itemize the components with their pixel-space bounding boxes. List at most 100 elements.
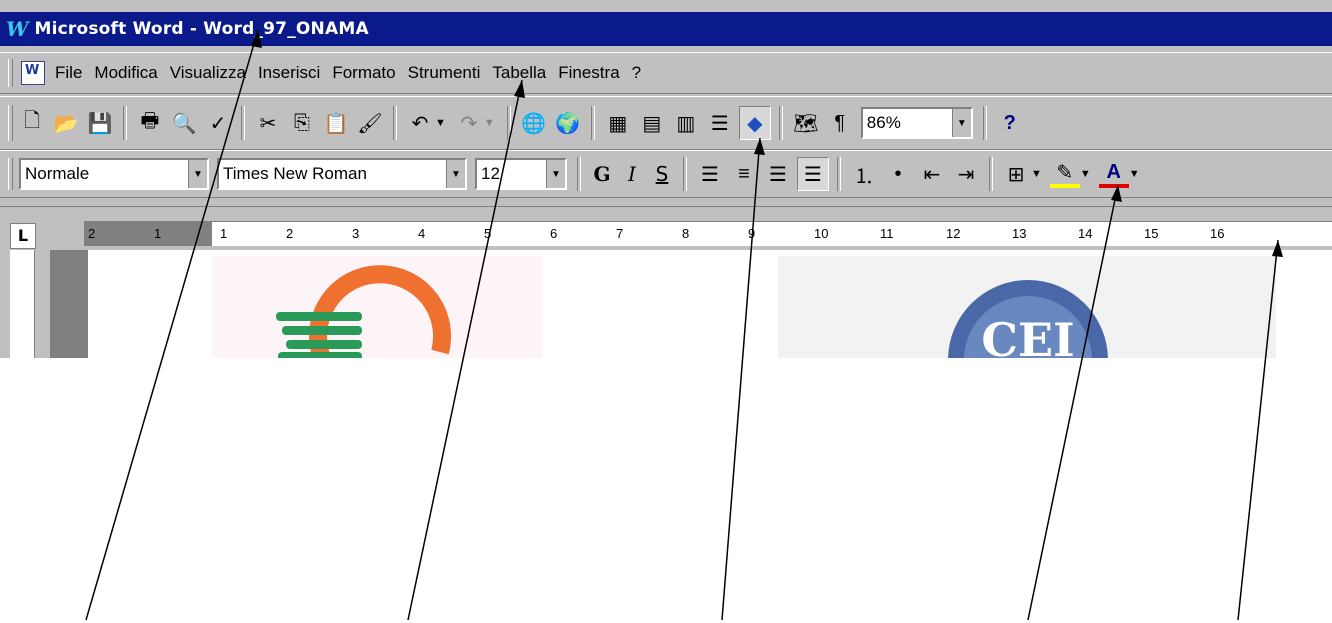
title-bar[interactable]: W Microsoft Word - Word_97_ONAMA [0, 12, 1332, 46]
undo-dropdown-icon[interactable]: ▼ [435, 117, 446, 129]
highlight-dropdown-icon[interactable]: ▼ [1080, 168, 1091, 180]
ruler-number: 4 [418, 226, 426, 241]
font-size-combo[interactable]: 12 ▼ [475, 158, 567, 190]
menu-help[interactable]: ? [630, 61, 643, 85]
standard-toolbar-grip[interactable] [8, 104, 13, 142]
menu-file[interactable]: File [53, 61, 84, 85]
save-icon[interactable]: 💾 [85, 107, 115, 139]
logo-right-text: CEI [981, 313, 1074, 358]
justify-icon[interactable]: ☰ [797, 157, 829, 191]
style-dropdown-icon[interactable]: ▼ [188, 160, 207, 188]
menu-tabella[interactable]: Tabella [490, 61, 548, 85]
ruler-number: 7 [616, 226, 624, 241]
style-combo[interactable]: Normale ▼ [19, 158, 209, 190]
formatting-toolbar-grip[interactable] [8, 157, 13, 191]
horizontal-ruler[interactable]: L 2 1 1 2 3 4 5 6 7 8 9 10 11 12 13 14 15 16 [0, 206, 1332, 249]
align-center-icon[interactable]: ≡ [729, 158, 759, 190]
logo-left-image [212, 256, 542, 358]
toolbar-separator [982, 106, 987, 140]
spelling-icon[interactable]: ✓ [203, 107, 233, 139]
toolbar-separator [837, 157, 841, 191]
zoom-dropdown-icon[interactable]: ▼ [951, 109, 971, 137]
font-color-dropdown-icon[interactable]: ▼ [1129, 168, 1140, 180]
toolbar-separator [778, 106, 783, 140]
ruler-numbers: 2 1 1 2 3 4 5 6 7 8 9 10 11 12 13 14 15 16 [84, 222, 1332, 246]
open-folder-icon[interactable]: 📂 [51, 107, 81, 139]
ruler-number: 5 [484, 226, 492, 241]
cut-icon[interactable]: ✂ [253, 107, 283, 139]
web-toolbar-icon[interactable]: 🌍 [553, 107, 583, 139]
formatting-toolbar: Normale ▼ Times New Roman ▼ 12 ▼ G I S ☰… [0, 150, 1332, 198]
insert-table-icon[interactable]: ▤ [637, 107, 667, 139]
vertical-ruler-margin [50, 250, 88, 358]
font-size-value[interactable]: 12 [477, 164, 500, 184]
ruler-number: 1 [220, 226, 228, 241]
paste-icon[interactable]: 📋 [321, 107, 351, 139]
show-hide-icon[interactable]: ¶ [825, 107, 855, 139]
font-combo[interactable]: Times New Roman ▼ [217, 158, 467, 190]
menu-bar-grip[interactable] [8, 59, 13, 87]
toolbar-separator [683, 157, 687, 191]
menu-finestra[interactable]: Finestra [556, 61, 621, 85]
decrease-indent-icon[interactable]: ⇤ [917, 158, 947, 190]
toolbar-separator [123, 106, 127, 140]
insert-excel-icon[interactable]: ▥ [671, 107, 701, 139]
window-title: Microsoft Word - Word_97_ONAMA [34, 19, 369, 39]
logo-right-image: CEI [778, 256, 1276, 358]
increase-indent-icon[interactable]: ⇥ [951, 158, 981, 190]
ruler-track[interactable]: 2 1 1 2 3 4 5 6 7 8 9 10 11 12 13 14 15 16 [84, 221, 1332, 246]
redo-dropdown-icon[interactable]: ▼ [484, 117, 495, 129]
ruler-number: 8 [682, 226, 690, 241]
document-map-icon[interactable]: 🗺 [791, 107, 821, 139]
standard-toolbar: 🗋 📂 💾 🖶 🔍 ✓ ✂ ⎘ 📋 🖌 ↶ ▼ ↷ ▼ 🌐 🌍 ▦ ▤ ▥ ☰ … [0, 96, 1332, 150]
zoom-value[interactable]: 86% [863, 113, 901, 133]
numbering-icon[interactable]: ⒈ [849, 158, 879, 190]
hyperlink-icon[interactable]: 🌐 [519, 107, 549, 139]
italic-button[interactable]: I [617, 162, 647, 186]
menu-modifica[interactable]: Modifica [92, 61, 159, 85]
tab-selector[interactable]: L [10, 223, 36, 249]
help-icon[interactable]: ? [995, 107, 1025, 139]
redo-icon[interactable]: ↷ [454, 107, 484, 139]
format-painter-icon[interactable]: 🖌 [355, 107, 385, 139]
drawing-icon[interactable]: ◆ [738, 106, 771, 140]
menu-formato[interactable]: Formato [330, 61, 397, 85]
menu-inserisci[interactable]: Inserisci [256, 61, 322, 85]
align-right-icon[interactable]: ☰ [763, 158, 793, 190]
font-size-dropdown-icon[interactable]: ▼ [546, 160, 565, 188]
highlight-icon[interactable]: ✎ [1049, 160, 1080, 188]
font-value[interactable]: Times New Roman [219, 164, 367, 184]
menu-visualizza[interactable]: Visualizza [168, 61, 248, 85]
ruler-number: 15 [1144, 226, 1159, 241]
align-left-icon[interactable]: ☰ [695, 158, 725, 190]
vertical-ruler[interactable] [10, 250, 35, 358]
toolbar-separator [577, 157, 581, 191]
ruler-number: 2 [88, 226, 96, 241]
bold-button[interactable]: G [587, 162, 617, 186]
font-color-icon[interactable]: A [1098, 160, 1129, 188]
borders-icon[interactable]: ⊞ [1001, 158, 1031, 190]
document-icon[interactable] [21, 61, 45, 85]
undo-icon[interactable]: ↶ [405, 107, 435, 139]
toolbar-separator [590, 106, 595, 140]
menu-bar: File Modifica Visualizza Inserisci Forma… [0, 52, 1332, 94]
copy-icon[interactable]: ⎘ [287, 107, 317, 139]
menu-strumenti[interactable]: Strumenti [406, 61, 483, 85]
ruler-number: 12 [946, 226, 961, 241]
word-app-icon[interactable]: W [6, 17, 28, 41]
tables-borders-icon[interactable]: ▦ [603, 107, 633, 139]
new-document-icon[interactable]: 🗋 [17, 107, 47, 139]
font-dropdown-icon[interactable]: ▼ [446, 160, 465, 188]
print-icon[interactable]: 🖶 [135, 107, 165, 139]
ruler-number: 1 [154, 226, 162, 241]
bullets-icon[interactable]: • [883, 158, 913, 190]
toolbar-separator [241, 106, 245, 140]
borders-dropdown-icon[interactable]: ▼ [1031, 168, 1042, 180]
underline-button[interactable]: S [647, 162, 677, 186]
print-preview-icon[interactable]: 🔍 [169, 107, 199, 139]
zoom-combo[interactable]: 86% ▼ [860, 107, 973, 139]
ruler-number: 9 [748, 226, 756, 241]
word-window: W Microsoft Word - Word_97_ONAMA File Mo… [0, 0, 1332, 358]
columns-icon[interactable]: ☰ [705, 107, 735, 139]
style-value[interactable]: Normale [21, 164, 89, 184]
